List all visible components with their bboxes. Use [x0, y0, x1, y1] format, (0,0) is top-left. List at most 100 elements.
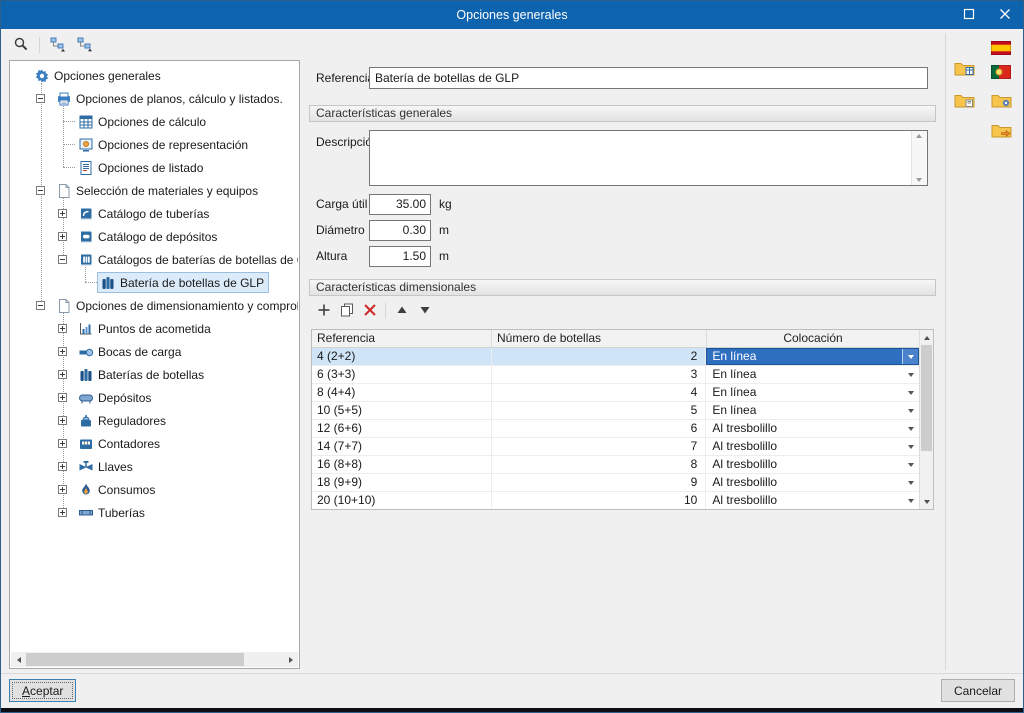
expand-icon[interactable] [58, 485, 67, 494]
tree-item-bater-as-de-botellas[interactable]: Baterías de botellas [11, 363, 298, 386]
expand-icon[interactable] [58, 209, 67, 218]
dropdown-button[interactable] [903, 439, 918, 454]
tree-item-body[interactable]: Batería de botellas de GLP [97, 272, 269, 293]
tree-item-body[interactable]: Opciones generales [31, 65, 166, 86]
descripcion-textarea[interactable] [369, 130, 928, 186]
collapse-icon[interactable] [36, 301, 45, 310]
colocacion-dropdown[interactable]: En línea [706, 384, 919, 401]
cell-referencia[interactable]: 10 (5+5) [312, 402, 492, 419]
tree-horizontal-scrollbar[interactable] [11, 652, 298, 667]
maximize-button[interactable] [951, 1, 987, 29]
cell-referencia[interactable]: 20 (10+10) [312, 492, 492, 509]
copy-button[interactable] [336, 301, 357, 322]
cell-referencia[interactable]: 14 (7+7) [312, 438, 492, 455]
scrollbar-thumb[interactable] [921, 345, 932, 451]
tree-item-opciones-de-representaci-n[interactable]: Opciones de representación [11, 133, 298, 156]
cell-referencia[interactable]: 6 (3+3) [312, 366, 492, 383]
tree-item-body[interactable]: Llaves [75, 456, 138, 477]
tree-item-body[interactable]: Bocas de carga [75, 341, 186, 362]
expand-icon[interactable] [58, 462, 67, 471]
expand-icon[interactable] [58, 347, 67, 356]
expand-icon[interactable] [58, 232, 67, 241]
cell-numero-de-botellas[interactable]: 2 [492, 348, 707, 365]
folder-config-button[interactable] [988, 91, 1014, 111]
move-down-button[interactable] [414, 301, 435, 322]
search-button[interactable] [9, 33, 33, 57]
expand-icon[interactable] [58, 393, 67, 402]
tree-item-body[interactable]: Opciones de dimensionamiento y comprobac… [53, 295, 298, 316]
table-row[interactable]: 6 (3+3)3En línea [312, 366, 919, 384]
tree-item-puntos-de-acometida[interactable]: Puntos de acometida [11, 317, 298, 340]
cancel-button[interactable]: Cancelar [941, 679, 1015, 702]
colocacion-dropdown[interactable]: Al tresbolillo [706, 474, 919, 491]
table-row[interactable]: 18 (9+9)9Al tresbolillo [312, 474, 919, 492]
table-row[interactable]: 16 (8+8)8Al tresbolillo [312, 456, 919, 474]
table-row[interactable]: 4 (2+2)2En línea [312, 348, 919, 366]
field-input[interactable] [369, 194, 431, 215]
dropdown-button[interactable] [902, 349, 918, 364]
tree-item-opciones-de-c-lculo[interactable]: Opciones de cálculo [11, 110, 298, 133]
tree-item-llaves[interactable]: Llaves [11, 455, 298, 478]
table-row[interactable]: 20 (10+10)10Al tresbolillo [312, 492, 919, 509]
scroll-left-button[interactable] [11, 652, 26, 667]
cell-numero-de-botellas[interactable]: 8 [492, 456, 707, 473]
cell-numero-de-botellas[interactable]: 7 [492, 438, 707, 455]
cell-numero-de-botellas[interactable]: 9 [492, 474, 707, 491]
dropdown-button[interactable] [903, 367, 918, 382]
scroll-right-button[interactable] [283, 652, 298, 667]
tree-item-opciones-generales[interactable]: Opciones generales [11, 64, 298, 87]
column-header-colocacion[interactable]: Colocación [707, 330, 920, 347]
tree-item-cat-logo-de-tuber-as[interactable]: Catálogo de tuberías [11, 202, 298, 225]
table-row[interactable]: 14 (7+7)7Al tresbolillo [312, 438, 919, 456]
scroll-up-button[interactable] [920, 330, 933, 345]
table-vertical-scrollbar[interactable] [919, 330, 933, 509]
close-button[interactable] [987, 1, 1023, 29]
tree-item-body[interactable]: Baterías de botellas [75, 364, 209, 385]
tree-item-body[interactable]: Puntos de acometida [75, 318, 216, 339]
tree-item-opciones-de-dimensionamiento-y-comprobacion[interactable]: Opciones de dimensionamiento y comprobac… [11, 294, 298, 317]
folder-import-button[interactable] [951, 59, 977, 79]
expand-icon[interactable] [58, 508, 67, 517]
tree-item-body[interactable]: Opciones de planos, cálculo y listados. [53, 88, 288, 109]
tree-item-body[interactable]: Catálogo de tuberías [75, 203, 214, 224]
colocacion-dropdown[interactable]: Al tresbolillo [706, 420, 919, 437]
cell-numero-de-botellas[interactable]: 10 [492, 492, 707, 509]
expand-icon[interactable] [58, 416, 67, 425]
cell-referencia[interactable]: 18 (9+9) [312, 474, 492, 491]
cell-referencia[interactable]: 4 (2+2) [312, 348, 492, 365]
collapse-icon[interactable] [58, 255, 67, 264]
tree-expand-button[interactable] [46, 33, 70, 57]
field-input[interactable] [369, 246, 431, 267]
delete-button[interactable] [359, 301, 380, 322]
tree-item-body[interactable]: Opciones de listado [75, 157, 208, 178]
accept-button[interactable]: Aceptar [9, 679, 76, 702]
add-button[interactable] [313, 301, 334, 322]
column-header-numero-de-botellas[interactable]: Número de botellas [492, 330, 707, 347]
cell-numero-de-botellas[interactable]: 3 [492, 366, 707, 383]
tree-item-reguladores[interactable]: Reguladores [11, 409, 298, 432]
tree-item-body[interactable]: Consumos [75, 479, 160, 500]
tree-item-dep-sitos[interactable]: Depósitos [11, 386, 298, 409]
colocacion-dropdown[interactable]: Al tresbolillo [706, 456, 919, 473]
titlebar[interactable]: Opciones generales [1, 1, 1023, 29]
table-row[interactable]: 12 (6+6)6Al tresbolillo [312, 420, 919, 438]
tree-item-body[interactable]: Catálogo de depósitos [75, 226, 222, 247]
tree-item-bocas-de-carga[interactable]: Bocas de carga [11, 340, 298, 363]
tree-item-body[interactable]: Opciones de cálculo [75, 111, 211, 132]
tree-item-cat-logo-de-dep-sitos[interactable]: Catálogo de depósitos [11, 225, 298, 248]
tree-item-body[interactable]: Catálogos de baterías de botellas de GLP [75, 249, 298, 270]
tree-item-contadores[interactable]: Contadores [11, 432, 298, 455]
cell-numero-de-botellas[interactable]: 4 [492, 384, 707, 401]
tree-item-bater-a-de-botellas-de-glp[interactable]: Batería de botellas de GLP [11, 271, 298, 294]
dropdown-button[interactable] [903, 493, 918, 508]
cell-referencia[interactable]: 16 (8+8) [312, 456, 492, 473]
expand-icon[interactable] [58, 439, 67, 448]
tree-item-selecci-n-de-materiales-y-equipos[interactable]: Selección de materiales y equipos [11, 179, 298, 202]
colocacion-dropdown[interactable]: Al tresbolillo [706, 438, 919, 455]
tree-item-body[interactable]: Tuberías [75, 502, 150, 523]
tree-item-tuber-as[interactable]: Tuberías [11, 501, 298, 524]
flag-spain-button[interactable] [988, 39, 1014, 59]
cell-numero-de-botellas[interactable]: 6 [492, 420, 707, 437]
collapse-icon[interactable] [36, 94, 45, 103]
tree-collapse-button[interactable] [73, 33, 97, 57]
